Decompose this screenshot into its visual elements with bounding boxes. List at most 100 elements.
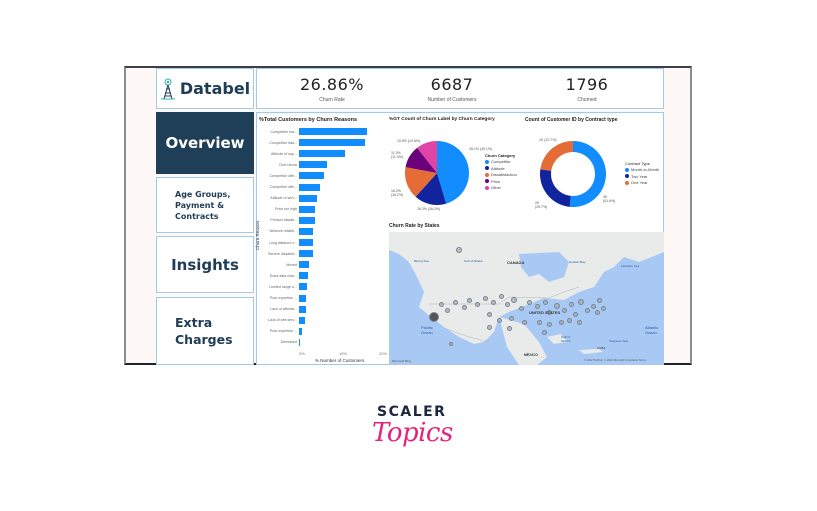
bar[interactable] [299,316,305,324]
state-bubble[interactable] [576,319,582,325]
bar[interactable] [299,161,328,169]
map-label-us: UNITED STATES [529,310,561,315]
kpi-label: Churned [577,97,597,103]
bar[interactable] [299,272,308,280]
state-bubble[interactable] [466,297,472,303]
state-bubble[interactable] [572,311,578,317]
state-bubble[interactable] [534,303,540,309]
bar[interactable] [299,294,307,302]
state-bubble[interactable] [590,303,596,309]
legend-item[interactable]: Month-to-Month [625,167,659,172]
state-bubble[interactable] [486,311,492,317]
kpi-value: 1796 [565,75,609,94]
legend-item[interactable]: Competitor [485,159,511,164]
map-canvas [389,232,664,365]
bar[interactable] [299,227,314,235]
state-bubble[interactable] [536,319,542,325]
state-bubble[interactable] [584,307,590,313]
bar[interactable] [299,194,318,202]
state-bubble[interactable] [461,304,467,310]
state-bubble[interactable] [498,293,504,299]
state-bubble[interactable] [568,301,574,307]
legend-item[interactable]: Dissatisfaction [485,172,517,177]
state-bubble[interactable] [594,309,600,315]
state-bubble[interactable] [546,321,552,327]
nav-age-groups[interactable]: Age Groups, Payment & Contracts [156,177,254,233]
bar[interactable] [299,172,324,180]
bar-category-label: Price too high [275,207,297,212]
nav-overview[interactable]: Overview [156,112,254,174]
state-bubble[interactable] [600,305,606,311]
state-bubble[interactable] [508,315,514,321]
state-bubble[interactable] [456,247,462,253]
state-bubble[interactable] [526,299,532,305]
state-bubble[interactable] [482,295,488,301]
bar[interactable] [299,128,367,135]
map-label-labrador: Labrador Sea [621,264,640,268]
state-bubble[interactable] [429,312,439,322]
state-bubble[interactable] [486,324,492,330]
state-bubble[interactable] [496,317,502,323]
state-bubble[interactable] [554,303,560,309]
state-bubble[interactable] [566,317,572,323]
legend-title: Contract Type [625,161,650,166]
state-bubble[interactable] [518,305,524,311]
bar[interactable] [299,338,301,346]
bar[interactable] [299,305,306,313]
slice-month-to-month[interactable] [569,141,606,207]
state-bubble[interactable] [490,299,496,305]
state-bubble[interactable] [558,319,564,325]
legend-marker [485,172,489,177]
state-bubble[interactable] [541,329,547,335]
legend-title: Churn Category [485,153,516,158]
bar[interactable] [299,183,321,191]
bar-category-label: Lack of afforda... [270,307,297,312]
donut-label: 3K (51.6%) [603,195,616,203]
kpi-churned: 1796 Churned [527,75,647,103]
state-bubble[interactable] [542,299,548,305]
state-bubble[interactable] [474,301,480,307]
state-bubble[interactable] [438,301,444,307]
map-copyright[interactable]: © 2022 TomTom, © 2022 Microsoft Corporat… [584,359,646,362]
legend-marker [485,159,489,164]
map-title: Churn Rate by States [389,223,440,229]
logo-card: Databel [156,68,254,109]
bar[interactable] [299,250,313,258]
map-label-gulf: Gulf of Mexico [561,335,571,343]
bar-category-label: Competitor ma... [270,129,297,134]
churn-map[interactable]: CANADA UNITED STATES MEXICO Pacific Ocea… [389,232,664,365]
bar-category-label: Service dissatisf... [268,251,297,256]
legend-item[interactable]: One Year [625,180,648,185]
map-label-mexico: MEXICO [524,353,538,357]
nav-insights[interactable]: Insights [156,236,254,293]
bar[interactable] [299,216,315,224]
legend-item[interactable]: Two Year [625,174,647,179]
state-bubble[interactable] [452,299,458,305]
bar[interactable] [299,283,308,291]
bar-category-label: Extra data char... [269,273,297,278]
nav-extra-charges[interactable]: Extra Charges [156,297,254,365]
pie-label: 11.3% (11.3%) [391,151,403,159]
state-bubble[interactable] [504,301,510,307]
bar[interactable] [299,205,316,213]
bar[interactable] [299,261,310,269]
bar[interactable] [299,239,313,246]
state-bubble[interactable] [521,319,527,325]
dashboard-frame: Databel 26.86% Churn Rate 6687 Number of… [124,66,692,365]
state-bubble[interactable] [596,297,602,303]
state-bubble[interactable] [449,342,453,346]
state-bubble[interactable] [561,307,567,313]
slice-one-year[interactable] [540,141,573,171]
bar[interactable] [299,327,302,335]
legend-item[interactable]: Attitude [485,166,505,171]
state-bubble[interactable] [578,299,584,305]
bar[interactable] [299,139,366,147]
legend-item[interactable]: Price [485,179,500,184]
state-bubble[interactable] [444,307,450,313]
state-bubble[interactable] [511,297,517,303]
state-bubble[interactable] [506,325,512,331]
legend-item[interactable]: Other [485,185,501,190]
bar[interactable] [299,150,345,158]
churn-category-pie [405,141,469,205]
bar-category-label: Attitude of sup... [271,151,297,156]
